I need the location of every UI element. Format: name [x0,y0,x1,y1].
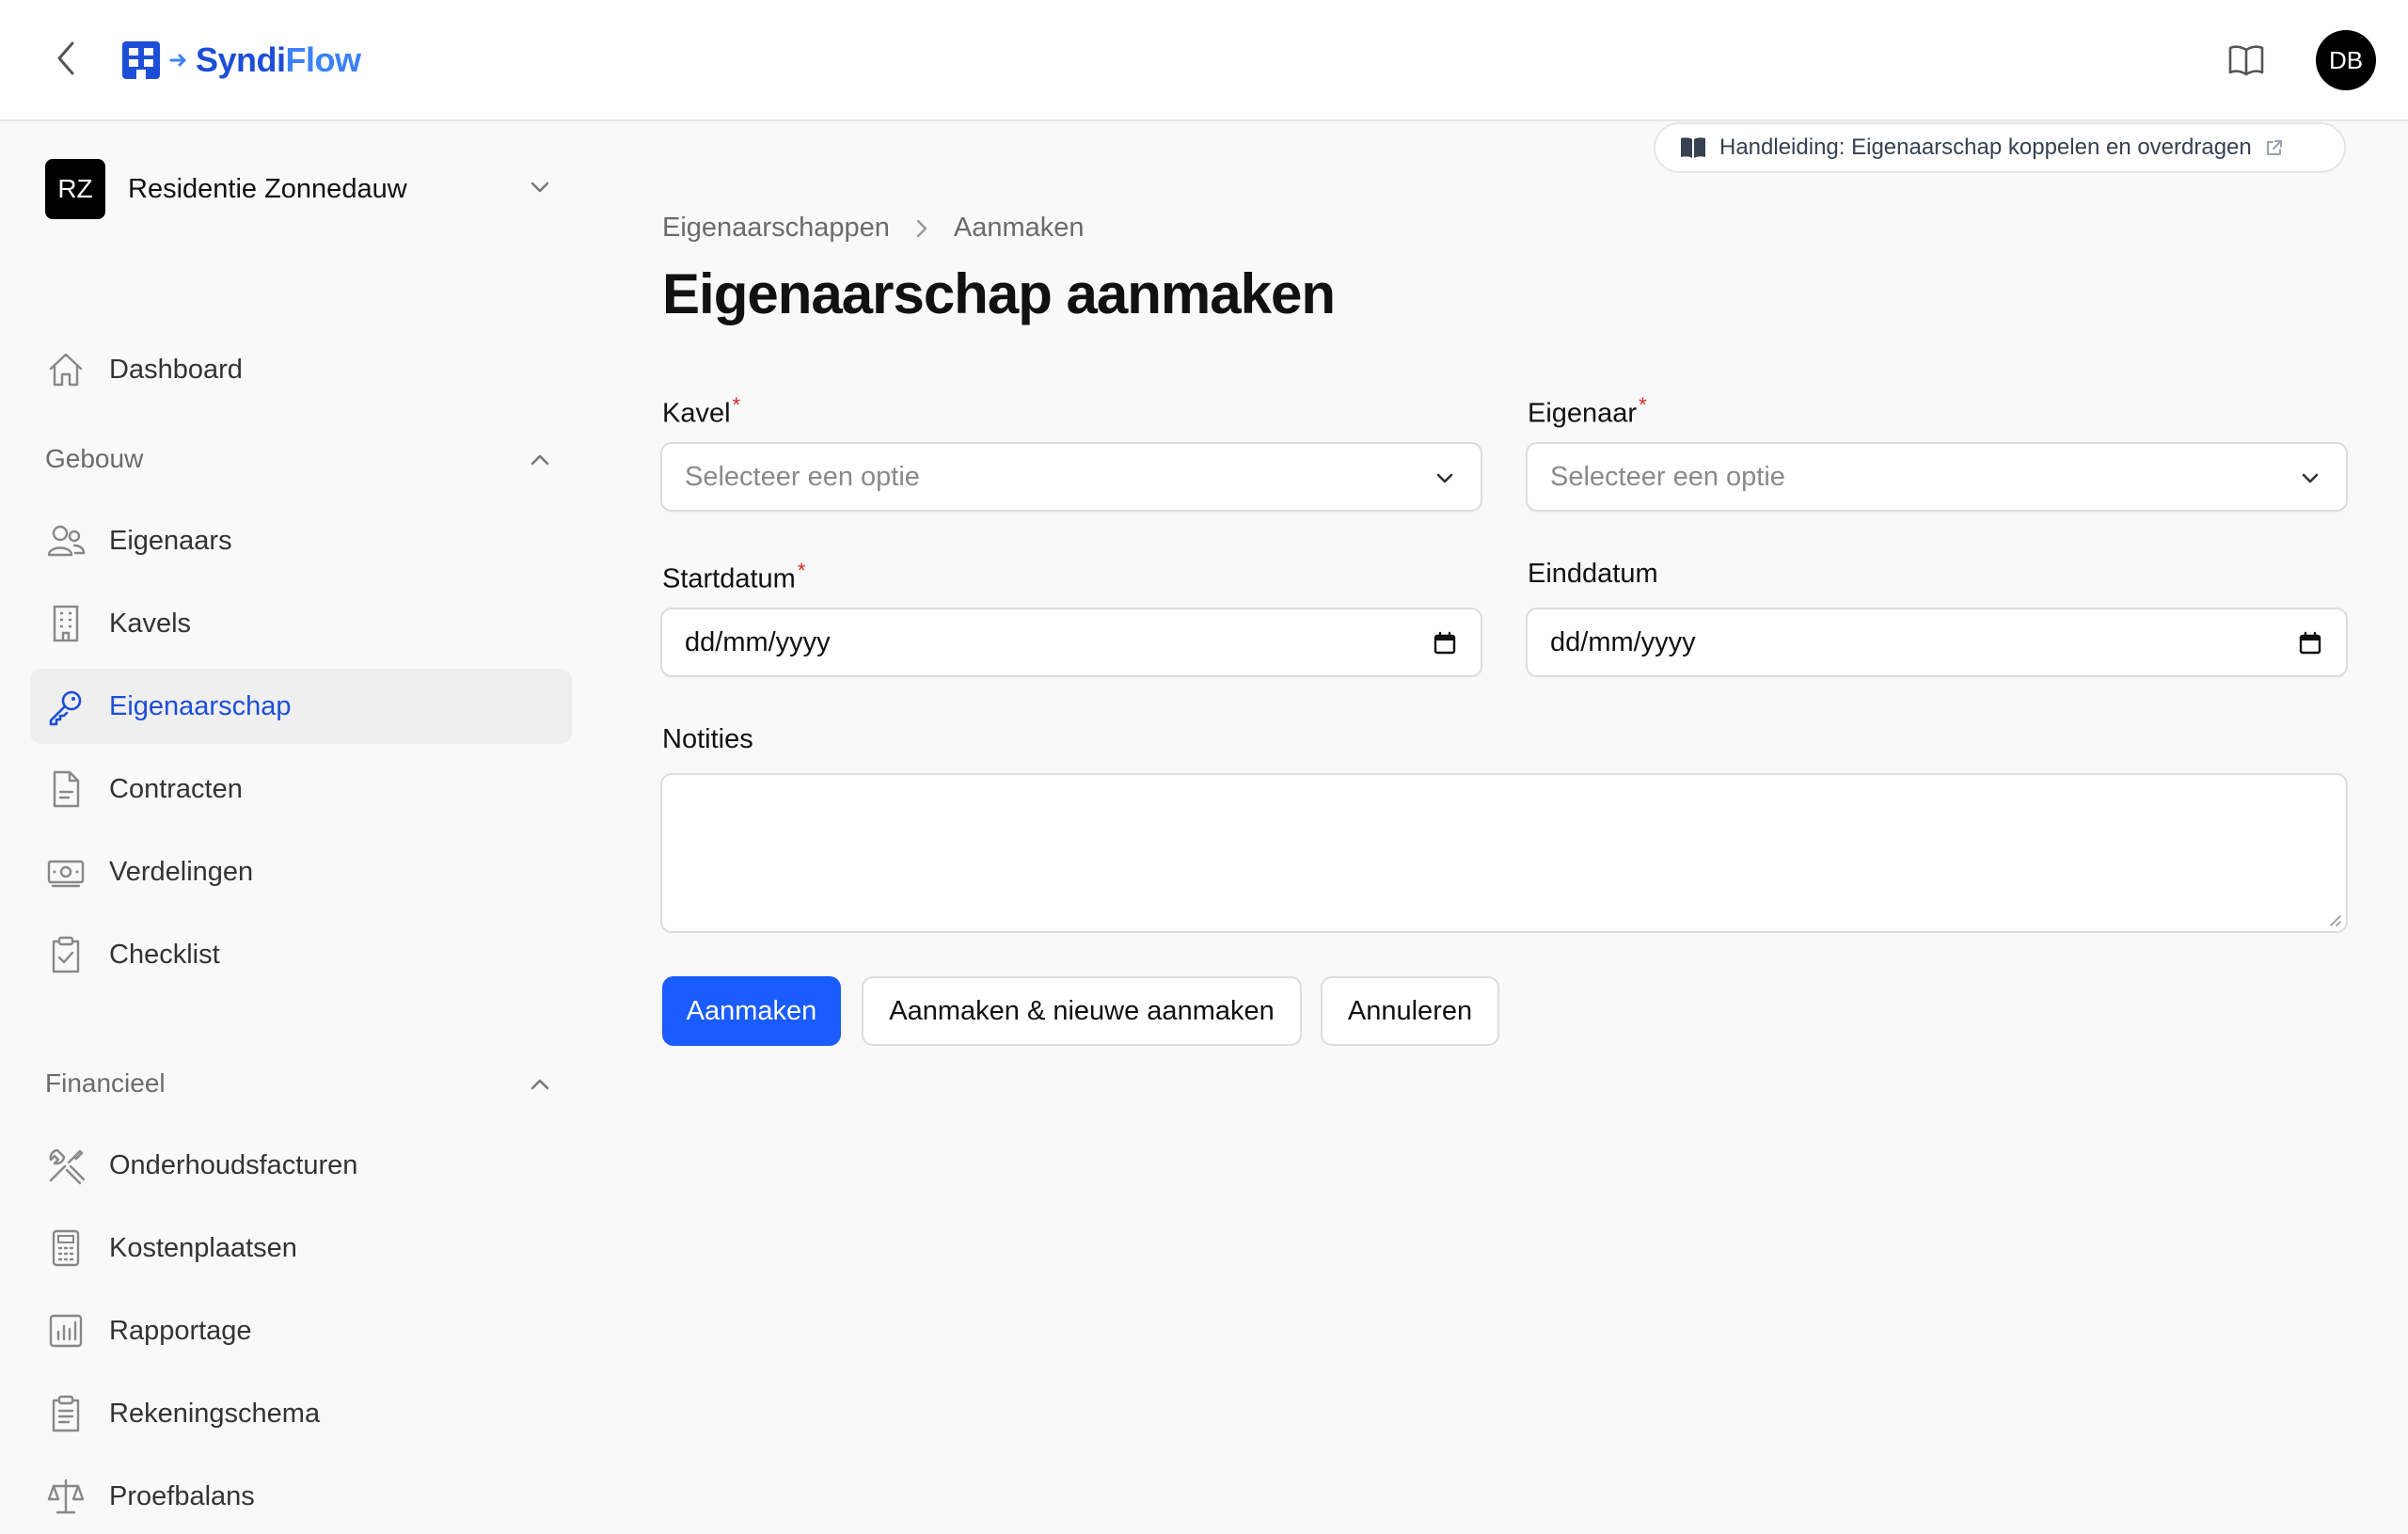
building-icon [45,603,87,644]
building-logo-icon [122,41,160,79]
resize-grip-icon[interactable] [2327,912,2342,927]
back-button[interactable] [45,38,87,79]
guide-link[interactable]: Handleiding: Eigenaarschap koppelen en o… [1654,122,2346,173]
calendar-icon[interactable] [2297,630,2323,656]
page-title: Eigenaarschap aanmaken [662,262,1336,325]
chevron-right-icon [914,217,929,240]
sidebar-item-kavels[interactable]: Kavels [30,586,572,661]
eigenaar-select-placeholder: Selecteer een optie [1550,461,1785,492]
startdatum-value: dd/mm/yyyy [685,626,831,657]
sidebar-item-label: Proefbalans [109,1480,255,1511]
notities-label: Notities [662,724,753,754]
calculator-icon [45,1227,87,1269]
sidebar-item-label: Eigenaarschap [109,690,292,721]
calendar-icon[interactable] [1432,630,1458,656]
breadcrumb: Eigenaarschappen Aanmaken [662,213,1085,244]
book-open-icon [2228,45,2264,76]
sidebar-item-label: Checklist [109,939,220,970]
sidebar-group-financieel[interactable]: Financieel [45,1060,553,1107]
chevron-down-icon [1436,473,1453,483]
sidebar-item-label: Eigenaars [109,525,232,556]
users-icon [45,520,87,561]
kavel-select[interactable]: Selecteer een optie [660,442,1482,512]
app-logo[interactable]: SyndiFlow [120,40,361,81]
documentation-button[interactable] [2226,41,2267,79]
clipboard-list-icon [45,1393,87,1434]
tenant-name: Residentie Zonnedauw [128,173,407,204]
sidebar-item-contracten[interactable]: Contracten [30,751,572,827]
required-mark: * [797,559,806,582]
kavel-label: Kavel* [662,393,741,429]
book-icon [1681,137,1705,158]
sidebar-item-label: Rekeningschema [109,1398,321,1429]
external-link-icon [2266,140,2282,155]
sidebar-item-rapportage[interactable]: Rapportage [30,1293,572,1368]
eigenaar-select[interactable]: Selecteer een optie [1526,442,2348,512]
sidebar-item-dashboard[interactable]: Dashboard [30,332,572,407]
sidebar-item-rekeningschema[interactable]: Rekeningschema [30,1376,572,1451]
sidebar-item-eigenaars[interactable]: Eigenaars [30,503,572,578]
kavel-select-placeholder: Selecteer een optie [685,461,920,492]
sidebar-item-proefbalans[interactable]: Proefbalans [30,1459,572,1534]
sidebar-item-label: Verdelingen [109,856,254,887]
sidebar-item-kostenplaatsen[interactable]: Kostenplaatsen [30,1210,572,1286]
startdatum-label: Startdatum* [662,559,806,594]
clipboard-check-icon [45,934,87,975]
sidebar-item-label: Dashboard [109,354,243,385]
sidebar: RZ Residentie Zonnedauw Dashboard Gebouw… [0,123,583,1514]
breadcrumb-current: Aanmaken [953,213,1085,243]
document-icon [45,768,87,810]
chevron-up-icon [531,1079,549,1090]
sidebar-item-label: Onderhoudsfacturen [109,1149,358,1180]
startdatum-input[interactable]: dd/mm/yyyy [660,608,1482,677]
chevron-up-icon [531,454,549,466]
sidebar-item-verdelingen[interactable]: Verdelingen [30,834,572,909]
guide-link-text: Handleiding: Eigenaarschap koppelen en o… [1719,134,2252,160]
create-button[interactable]: Aanmaken [662,976,841,1046]
scale-icon [45,1476,87,1517]
key-icon [45,686,87,727]
arrow-right-icon [169,54,186,67]
bar-chart-icon [45,1310,87,1352]
chevron-left-icon [57,41,74,75]
user-avatar[interactable]: DB [2316,30,2376,90]
home-icon [45,349,87,390]
breadcrumb-link-eigenaarschappen[interactable]: Eigenaarschappen [662,213,890,244]
sidebar-group-label: Gebouw [45,444,144,473]
create-and-new-button[interactable]: Aanmaken & nieuwe aanmaken [862,976,1302,1046]
einddatum-label: Einddatum [1528,559,1658,589]
wrench-screwdriver-icon [45,1145,87,1186]
cancel-button[interactable]: Annuleren [1321,976,1499,1046]
sidebar-item-label: Kostenplaatsen [109,1232,297,1263]
eigenaar-label: Eigenaar* [1528,393,1647,429]
banknote-icon [45,851,87,893]
sidebar-item-onderhoudsfacturen[interactable]: Onderhoudsfacturen [30,1128,572,1203]
sidebar-group-gebouw[interactable]: Gebouw [45,435,553,482]
sidebar-group-label: Financieel [45,1068,166,1098]
required-mark: * [1639,393,1647,417]
tenant-badge: RZ [45,159,105,219]
top-bar: SyndiFlow DB [0,0,2408,121]
required-mark: * [732,393,741,417]
sidebar-item-eigenaarschap[interactable]: Eigenaarschap [30,669,572,744]
chevron-down-icon [531,182,549,193]
notities-textarea[interactable] [660,773,2348,933]
tenant-switcher[interactable]: RZ Residentie Zonnedauw [45,159,553,219]
einddatum-value: dd/mm/yyyy [1550,626,1696,657]
einddatum-input[interactable]: dd/mm/yyyy [1526,608,2348,677]
sidebar-item-label: Contracten [109,773,243,804]
sidebar-item-checklist[interactable]: Checklist [30,917,572,992]
sidebar-item-label: Kavels [109,608,192,639]
logo-wordmark: SyndiFlow [196,40,361,79]
sidebar-item-label: Rapportage [109,1315,252,1346]
chevron-down-icon [2302,473,2319,483]
